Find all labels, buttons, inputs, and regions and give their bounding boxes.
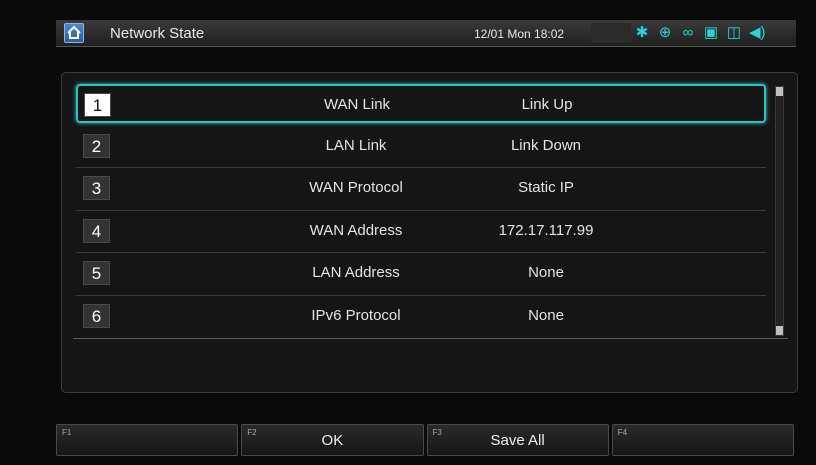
globe-network-icon: ⊕	[658, 24, 672, 41]
f1-button[interactable]: F1	[56, 424, 239, 456]
storage-card-icon: ▣	[703, 24, 719, 41]
row-number: 4	[83, 218, 110, 243]
row-number: 3	[83, 176, 110, 201]
ok-button[interactable]: F2 OK	[241, 424, 424, 456]
link-chain-icon: ∞	[682, 24, 694, 41]
list-item[interactable]: 6 IPv6 Protocol None	[76, 296, 766, 338]
list-item[interactable]: 4 WAN Address 172.17.117.99	[76, 211, 766, 254]
header-bar: Network State 12/01 Mon 18:02 ✱ ⊕ ∞ ▣ ◫ …	[56, 20, 796, 47]
list-item[interactable]: 5 LAN Address None	[76, 253, 766, 296]
row-value: None	[528, 306, 564, 324]
f1-tag: F1	[62, 428, 72, 437]
row-label: IPv6 Protocol	[311, 306, 401, 324]
page-title: Network State	[110, 25, 205, 42]
row-label: WAN Protocol	[309, 179, 403, 197]
screen: Network State 12/01 Mon 18:02 ✱ ⊕ ∞ ▣ ◫ …	[0, 0, 816, 465]
save-all-label: Save All	[490, 432, 545, 449]
row-number: 6	[83, 303, 110, 328]
network-state-list: 1 WAN Link Link Up 2 LAN Link Link Down …	[76, 84, 766, 338]
status-icons: ✱ ⊕ ∞ ▣ ◫ ◀)	[634, 24, 766, 42]
scroll-up-arrow-icon[interactable]	[776, 87, 783, 96]
home-icon[interactable]	[64, 23, 84, 43]
scroll-down-arrow-icon[interactable]	[776, 326, 783, 335]
row-value: Static IP	[518, 179, 574, 197]
row-number: 2	[83, 134, 110, 158]
speaker-volume-icon: ◀)	[749, 24, 766, 41]
row-label: LAN Link	[325, 137, 387, 154]
clock-backdrop	[591, 23, 631, 43]
row-label: WAN Link	[323, 96, 391, 113]
save-all-button[interactable]: F3 Save All	[426, 424, 609, 456]
row-label: WAN Address	[309, 221, 403, 239]
display-icon: ◫	[726, 24, 742, 41]
scrollbar[interactable]	[775, 86, 784, 336]
list-item[interactable]: 2 LAN Link Link Down	[76, 126, 766, 169]
settings-gear-icon: ✱	[635, 24, 649, 41]
row-value: None	[528, 264, 564, 282]
row-number: 1	[84, 93, 111, 117]
row-value: 172.17.117.99	[498, 221, 594, 239]
clock: 12/01 Mon 18:02	[474, 27, 565, 41]
row-number: 5	[83, 261, 110, 286]
function-key-bar: F1 F2 OK F3 Save All F4	[56, 424, 794, 456]
row-label: LAN Address	[312, 264, 400, 282]
list-item[interactable]: 1 WAN Link Link Up	[76, 84, 766, 123]
list-item[interactable]: 3 WAN Protocol Static IP	[76, 168, 766, 211]
f4-button[interactable]: F4	[611, 424, 794, 456]
list-divider	[73, 338, 788, 339]
ok-label: OK	[321, 432, 344, 449]
row-value: Link Down	[510, 137, 582, 154]
f4-tag: F4	[617, 428, 628, 437]
row-value: Link Up	[521, 96, 573, 113]
